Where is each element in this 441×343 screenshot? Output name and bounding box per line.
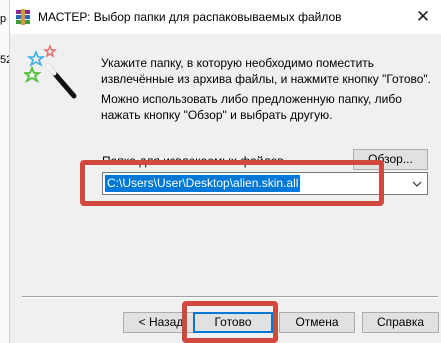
hint-text: Можно использовать либо предложенную пап… [101,92,402,122]
dialog-title: МАСТЕР: Выбор папки для распаковываемых … [38,10,342,24]
annotation-highlight-done [182,301,278,343]
instruction-text: Укажите папку, в которую необходимо поме… [101,56,432,86]
chevron-down-icon[interactable] [410,176,424,191]
separator-line [22,296,438,298]
background-window-label-top: р [0,13,7,25]
winrar-icon [16,9,30,25]
title-bar: МАСТЕР: Выбор папки для распаковываемых … [10,0,441,34]
annotation-highlight-path [80,160,384,206]
cancel-button[interactable]: Отмена [279,312,355,333]
close-icon[interactable]: ✕ [405,0,441,34]
wizard-dialog: МАСТЕР: Выбор папки для распаковываемых … [9,0,441,343]
help-button[interactable]: Справка [362,312,439,333]
magic-wand-icon [24,44,77,99]
